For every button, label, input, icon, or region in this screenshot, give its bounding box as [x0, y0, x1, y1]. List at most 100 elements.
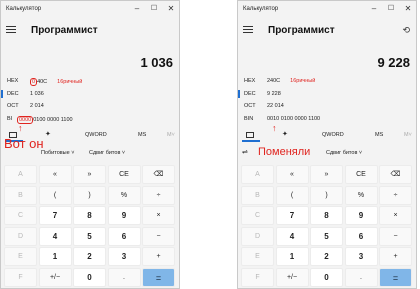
key-5-0[interactable]: F: [4, 267, 37, 287]
radix-hex[interactable]: HEX 0 40C 16ричный: [7, 78, 177, 88]
key-5-1[interactable]: +/−: [38, 267, 72, 287]
key-1-4[interactable]: ÷: [142, 185, 175, 205]
key-4-0[interactable]: E: [241, 247, 274, 266]
key-5-3[interactable]: .: [107, 267, 141, 287]
key-1-3[interactable]: %: [107, 185, 141, 205]
history-icon[interactable]: ⟲: [402, 25, 410, 36]
radix-label: HEX: [244, 78, 256, 84]
key-0-3[interactable]: CE: [344, 165, 378, 184]
key-0-2[interactable]: »: [310, 165, 343, 184]
word-size-button[interactable]: QWORD: [85, 132, 107, 138]
key-1-0[interactable]: B: [4, 185, 37, 205]
radix-dec[interactable]: DEC 9 228: [238, 90, 414, 101]
key-3-4[interactable]: −: [142, 226, 175, 246]
key-4-0[interactable]: E: [4, 247, 37, 266]
memory-menu-button[interactable]: M˅: [404, 132, 412, 138]
key-3-0[interactable]: D: [241, 226, 274, 246]
minimize-icon[interactable]: –: [129, 3, 145, 15]
menu-icon[interactable]: [6, 26, 16, 34]
memory-store-button[interactable]: MS: [375, 132, 383, 138]
key-2-3[interactable]: 9: [107, 206, 141, 225]
radix-hex[interactable]: HEX 240C 16ричный: [244, 78, 414, 88]
maximize-icon[interactable]: ☐: [383, 3, 399, 15]
radix-bin[interactable]: BIN 0010 0100 0000 1100: [244, 116, 414, 126]
key-3-2[interactable]: 5: [310, 226, 343, 246]
key-4-3[interactable]: 3: [107, 247, 141, 266]
key-0-0[interactable]: A: [4, 165, 37, 184]
bit-toggle-icon[interactable]: ✦: [45, 130, 51, 138]
radix-label: DEC: [244, 91, 256, 97]
radix-value: 240C 16ричный: [267, 78, 315, 84]
key-1-4[interactable]: ÷: [379, 185, 412, 205]
close-icon[interactable]: ✕: [163, 3, 179, 15]
key-0-1[interactable]: «: [38, 165, 72, 184]
word-size-button[interactable]: QWORD: [322, 132, 344, 138]
key-4-4[interactable]: +: [379, 247, 412, 266]
keypad-icon[interactable]: [246, 132, 254, 138]
key-3-1[interactable]: 4: [38, 226, 72, 246]
key-3-0[interactable]: D: [4, 226, 37, 246]
key-0-1[interactable]: «: [275, 165, 309, 184]
key-4-4[interactable]: +: [142, 247, 175, 266]
bitwise-icon[interactable]: ⇌: [242, 148, 248, 156]
key-2-3[interactable]: 9: [344, 206, 378, 225]
key-5-4[interactable]: =: [379, 267, 412, 287]
arrow-up-icon: ↑: [18, 123, 23, 133]
maximize-icon[interactable]: ☐: [146, 3, 162, 15]
window-title: Калькулятор: [243, 6, 279, 12]
key-5-1[interactable]: +/−: [275, 267, 309, 287]
radix-label: BI: [7, 116, 13, 122]
active-tab-indicator: [242, 140, 260, 142]
key-1-0[interactable]: B: [241, 185, 274, 205]
key-5-3[interactable]: .: [344, 267, 378, 287]
key-2-2[interactable]: 8: [73, 206, 106, 225]
close-icon[interactable]: ✕: [400, 3, 416, 15]
key-3-3[interactable]: 6: [344, 226, 378, 246]
radix-oct[interactable]: OCT 2 014: [7, 103, 177, 113]
key-2-4[interactable]: ×: [379, 206, 412, 225]
key-4-2[interactable]: 2: [310, 247, 343, 266]
key-5-4[interactable]: =: [142, 267, 175, 287]
key-3-3[interactable]: 6: [107, 226, 141, 246]
bitshift-dropdown[interactable]: Сдвиг битов ˅: [89, 150, 125, 156]
key-0-4[interactable]: ⌫: [379, 165, 412, 184]
menu-icon[interactable]: [243, 26, 253, 34]
bitwise-dropdown[interactable]: Побитовые ˅: [41, 150, 74, 156]
radix-bin[interactable]: BI 0000 0100 0000 1100: [7, 116, 177, 126]
key-2-0[interactable]: C: [241, 206, 274, 225]
bitshift-dropdown[interactable]: Сдвиг битов ˅: [326, 150, 362, 156]
key-4-2[interactable]: 2: [73, 247, 106, 266]
key-0-0[interactable]: A: [241, 165, 274, 184]
key-2-2[interactable]: 8: [310, 206, 343, 225]
key-3-2[interactable]: 5: [73, 226, 106, 246]
radix-label: OCT: [244, 103, 256, 109]
key-2-1[interactable]: 7: [38, 206, 72, 225]
arrow-up-icon: ↑: [272, 123, 277, 133]
key-1-1[interactable]: (: [275, 185, 309, 205]
key-2-0[interactable]: C: [4, 206, 37, 225]
bit-toggle-icon[interactable]: ✦: [282, 130, 288, 138]
key-5-0[interactable]: F: [241, 267, 274, 287]
key-0-2[interactable]: »: [73, 165, 106, 184]
key-2-4[interactable]: ×: [142, 206, 175, 225]
key-1-3[interactable]: %: [344, 185, 378, 205]
key-2-1[interactable]: 7: [275, 206, 309, 225]
radix-dec[interactable]: DEC 1 036: [1, 90, 177, 101]
key-1-2[interactable]: ): [73, 185, 106, 205]
title-bar: Калькулятор – ☐ ✕: [238, 1, 416, 17]
memory-menu-button[interactable]: M˅: [167, 132, 175, 138]
minimize-icon[interactable]: –: [366, 3, 382, 15]
key-3-4[interactable]: −: [379, 226, 412, 246]
key-4-3[interactable]: 3: [344, 247, 378, 266]
key-1-1[interactable]: (: [38, 185, 72, 205]
memory-store-button[interactable]: MS: [138, 132, 146, 138]
key-3-1[interactable]: 4: [275, 226, 309, 246]
key-0-4[interactable]: ⌫: [142, 165, 175, 184]
key-0-3[interactable]: CE: [107, 165, 141, 184]
key-4-1[interactable]: 1: [38, 247, 72, 266]
key-1-2[interactable]: ): [310, 185, 343, 205]
radix-oct[interactable]: OCT 22 014: [244, 103, 414, 113]
key-5-2[interactable]: 0: [73, 267, 106, 287]
key-4-1[interactable]: 1: [275, 247, 309, 266]
key-5-2[interactable]: 0: [310, 267, 343, 287]
